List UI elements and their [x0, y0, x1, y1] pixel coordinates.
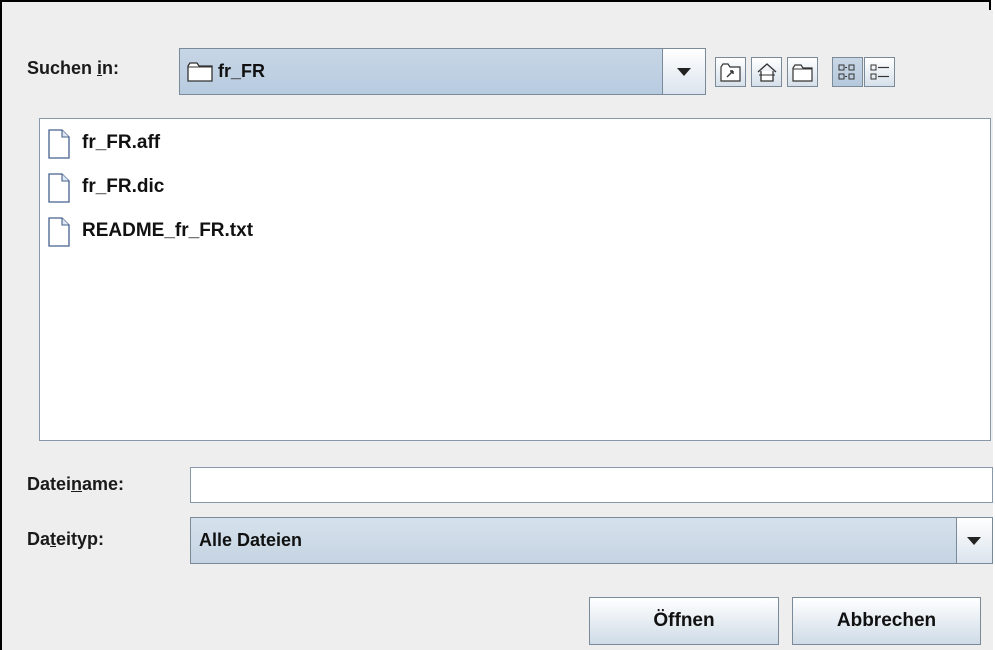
filename-label: Dateiname: — [27, 474, 125, 494]
list-view-icon — [838, 64, 855, 80]
look-in-label: Suchen in: — [27, 58, 120, 78]
list-view-button[interactable] — [832, 57, 863, 87]
chevron-down-icon — [677, 68, 691, 76]
chevron-down-icon — [967, 537, 981, 545]
filetype-dropdown-button[interactable] — [956, 518, 992, 563]
new-folder-button[interactable] — [787, 57, 818, 87]
look-in-combo[interactable]: fr_FR — [179, 48, 706, 95]
file-chooser-dialog: Suchen in: fr_FR fr_FR.aff fr_FR.dic REA… — [10, 10, 993, 650]
details-view-button[interactable] — [864, 57, 895, 87]
file-name: fr_FR.aff — [82, 132, 161, 153]
file-icon — [48, 129, 70, 159]
home-icon — [757, 63, 777, 82]
file-list[interactable]: fr_FR.aff fr_FR.dic README_fr_FR.txt — [39, 118, 991, 441]
up-one-level-button[interactable] — [715, 57, 746, 87]
look-in-value: fr_FR — [218, 61, 266, 81]
cancel-button[interactable]: Abbrechen — [792, 597, 981, 645]
file-name: fr_FR.dic — [82, 176, 165, 197]
filetype-combo[interactable]: Alle Dateien — [190, 517, 993, 564]
filetype-label: Dateityp: — [27, 529, 105, 549]
folder-icon — [187, 62, 213, 87]
home-button[interactable] — [751, 57, 782, 87]
look-in-dropdown-button[interactable] — [662, 49, 705, 94]
filename-input[interactable] — [190, 467, 993, 503]
folder-up-icon — [720, 63, 741, 82]
file-icon — [48, 173, 70, 203]
file-name: README_fr_FR.txt — [82, 220, 254, 241]
open-button[interactable]: Öffnen — [589, 597, 779, 645]
new-folder-icon — [792, 64, 813, 82]
details-view-icon — [870, 64, 889, 80]
file-icon — [48, 217, 70, 247]
filetype-value: Alle Dateien — [199, 530, 303, 550]
